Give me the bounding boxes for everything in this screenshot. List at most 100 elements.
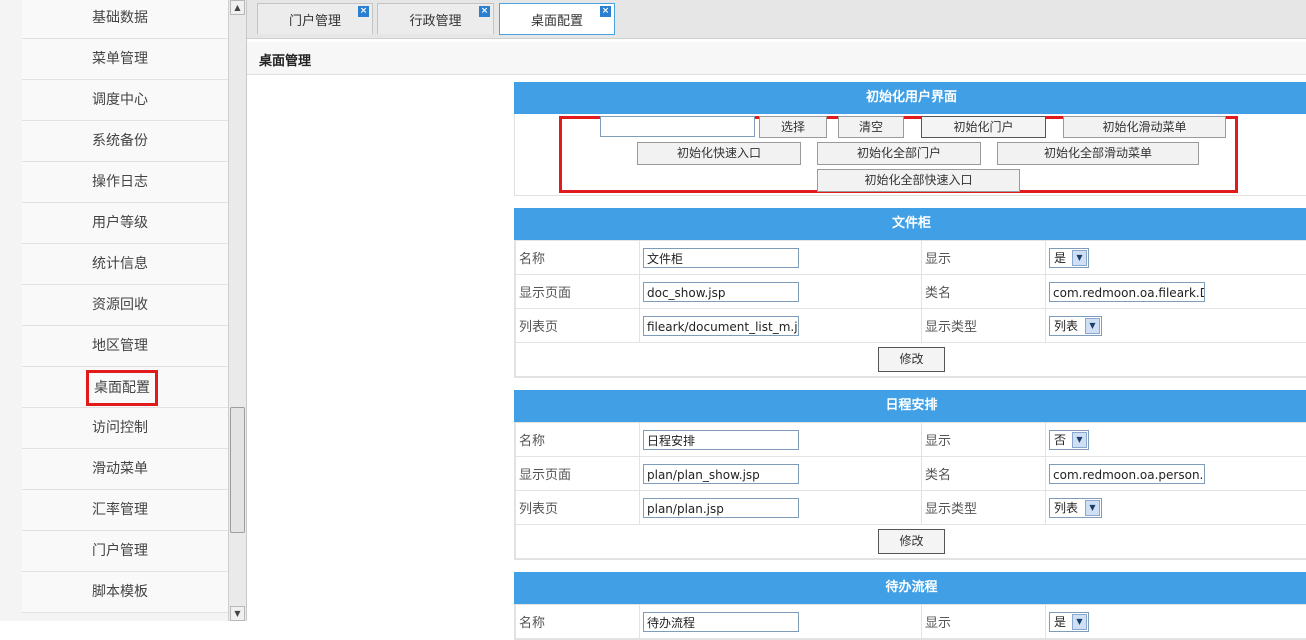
init-quick-entry-button[interactable]: 初始化快速入口 [637, 142, 801, 165]
user-select-input[interactable] [600, 116, 755, 137]
class-name-label: 类名 [921, 456, 1046, 491]
sidebar-item-desktop-config[interactable]: 桌面配置 [22, 367, 228, 408]
display-value: 是 [1054, 614, 1067, 629]
scroll-down-icon[interactable]: ▼ [230, 606, 245, 621]
name-label: 名称 [515, 240, 640, 275]
sidebar-item-region[interactable]: 地区管理 [22, 326, 228, 367]
init-panel: 初始化用户界面 选择 清空 初始化门户 初始化滑动菜单 初始化快速入口 初始化全… [514, 82, 1306, 196]
sidebar-item-label: 系统备份 [92, 133, 148, 149]
name-input[interactable]: 日程安排 [643, 429, 799, 450]
display-type-value: 列表 [1054, 318, 1079, 333]
module-panel-plan: 日程安排 名称 日程安排 显示 否 ▼ 显示页面 plan/plan_show.j… [514, 390, 1306, 560]
name-input[interactable]: 待办流程 [643, 611, 799, 632]
sidebar-item-label: 基础数据 [92, 10, 148, 26]
display-type-select[interactable]: 列表 ▼ [1049, 315, 1102, 336]
display-select[interactable]: 否 ▼ [1049, 429, 1089, 450]
class-name-label: 类名 [921, 274, 1046, 309]
sidebar-item-label: 调度中心 [92, 92, 148, 108]
list-page-label: 列表页 [515, 490, 640, 525]
display-type-select[interactable]: 列表 ▼ [1049, 497, 1102, 518]
tab-portal-management[interactable]: 门户管理 × [257, 3, 373, 34]
select-button[interactable]: 选择 [759, 116, 827, 138]
display-type-value: 列表 [1054, 500, 1079, 515]
tab-admin-management[interactable]: 行政管理 × [377, 3, 494, 34]
chevron-down-icon: ▼ [1085, 499, 1100, 516]
name-input[interactable]: 文件柜 [643, 247, 799, 268]
tab-label: 门户管理 [288, 14, 341, 29]
list-page-input[interactable]: plan/plan.jsp [643, 497, 799, 518]
tab-label: 行政管理 [409, 14, 462, 29]
scroll-up-icon[interactable]: ▲ [230, 0, 245, 15]
display-page-label: 显示页面 [515, 456, 640, 491]
display-select[interactable]: 是 ▼ [1049, 247, 1089, 268]
sidebar-scrollbar[interactable]: ▲ ▼ [228, 0, 246, 621]
class-name-input[interactable]: com.redmoon.oa.fileark.Do [1049, 281, 1205, 302]
module-title: 日程安排 [514, 390, 1306, 422]
sidebar-item-label: 操作日志 [92, 174, 148, 190]
sidebar-item-system-backup[interactable]: 系统备份 [22, 121, 228, 162]
sidebar-item-slide-menu[interactable]: 滑动菜单 [22, 449, 228, 490]
init-portal-button[interactable]: 初始化门户 [921, 116, 1046, 138]
sidebar-item-exchange-rate[interactable]: 汇率管理 [22, 490, 228, 531]
name-label: 名称 [515, 422, 640, 457]
modify-button[interactable]: 修改 [878, 347, 945, 372]
sidebar-item-portal[interactable]: 门户管理 [22, 531, 228, 572]
module-title: 文件柜 [514, 208, 1306, 240]
sidebar-item-operation-log[interactable]: 操作日志 [22, 162, 228, 203]
module-body: 名称 待办流程 显示 是 ▼ [514, 604, 1306, 640]
init-panel-body: 选择 清空 初始化门户 初始化滑动菜单 初始化快速入口 初始化全部门户 初始化全… [514, 114, 1306, 196]
display-select[interactable]: 是 ▼ [1049, 611, 1089, 632]
sidebar-item-label: 滑动菜单 [92, 461, 148, 477]
init-panel-title: 初始化用户界面 [514, 82, 1306, 114]
page-header: 桌面管理 [247, 42, 1306, 75]
init-all-quick-entry-button[interactable]: 初始化全部快速入口 [817, 169, 1020, 192]
sidebar: 基础数据 菜单管理 调度中心 系统备份 操作日志 用户等级 统计信息 资源回收 … [0, 0, 246, 621]
init-all-portal-button[interactable]: 初始化全部门户 [817, 142, 981, 165]
display-page-label: 显示页面 [515, 274, 640, 309]
tab-bar: 门户管理 × 行政管理 × 桌面配置 × [247, 0, 1306, 39]
page-title: 桌面管理 [259, 54, 312, 69]
class-name-input[interactable]: com.redmoon.oa.person.P [1049, 463, 1205, 484]
close-icon[interactable]: × [358, 6, 369, 17]
module-panel-flow: 待办流程 名称 待办流程 显示 是 ▼ [514, 572, 1306, 640]
sidebar-item-scheduler[interactable]: 调度中心 [22, 80, 228, 121]
sidebar-menu: 基础数据 菜单管理 调度中心 系统备份 操作日志 用户等级 统计信息 资源回收 … [22, 0, 228, 613]
sidebar-item-label: 汇率管理 [92, 502, 148, 518]
modify-button[interactable]: 修改 [878, 529, 945, 554]
module-form: 名称 文件柜 显示 是 ▼ 显示页面 doc_show.jsp 类名 com.re… [515, 240, 1306, 377]
display-page-input[interactable]: doc_show.jsp [643, 281, 799, 302]
init-slide-menu-button[interactable]: 初始化滑动菜单 [1063, 116, 1226, 138]
sidebar-item-recycle[interactable]: 资源回收 [22, 285, 228, 326]
display-label: 显示 [921, 240, 1046, 275]
sidebar-item-label: 资源回收 [92, 297, 148, 313]
close-icon[interactable]: × [600, 6, 611, 17]
sidebar-item-label: 门户管理 [92, 543, 148, 559]
sidebar-item-access-control[interactable]: 访问控制 [22, 408, 228, 449]
display-label: 显示 [921, 422, 1046, 457]
close-icon[interactable]: × [479, 6, 490, 17]
name-label: 名称 [515, 604, 640, 639]
chevron-down-icon: ▼ [1085, 317, 1100, 334]
chevron-down-icon: ▼ [1072, 613, 1087, 630]
sidebar-item-script-template[interactable]: 脚本模板 [22, 572, 228, 613]
sidebar-item-label: 访问控制 [92, 420, 148, 436]
clear-button[interactable]: 清空 [838, 116, 904, 138]
sidebar-item-basic-data[interactable]: 基础数据 [22, 0, 228, 39]
display-page-input[interactable]: plan/plan_show.jsp [643, 463, 799, 484]
scrollbar-thumb[interactable] [230, 407, 245, 533]
display-value: 否 [1054, 432, 1067, 447]
sidebar-item-menu-management[interactable]: 菜单管理 [22, 39, 228, 80]
chevron-down-icon: ▼ [1072, 431, 1087, 448]
init-all-slide-menu-button[interactable]: 初始化全部滑动菜单 [997, 142, 1199, 165]
module-title: 待办流程 [514, 572, 1306, 604]
list-page-input[interactable]: fileark/document_list_m.js [643, 315, 799, 336]
tab-desktop-config[interactable]: 桌面配置 × [499, 3, 615, 35]
display-type-label: 显示类型 [921, 308, 1046, 343]
chevron-down-icon: ▼ [1072, 249, 1087, 266]
sidebar-item-statistics[interactable]: 统计信息 [22, 244, 228, 285]
list-page-label: 列表页 [515, 308, 640, 343]
display-type-label: 显示类型 [921, 490, 1046, 525]
sidebar-item-label: 脚本模板 [92, 584, 148, 600]
module-panel-fileark: 文件柜 名称 文件柜 显示 是 ▼ 显示页面 doc_show.jsp 类名 co… [514, 208, 1306, 378]
sidebar-item-user-level[interactable]: 用户等级 [22, 203, 228, 244]
